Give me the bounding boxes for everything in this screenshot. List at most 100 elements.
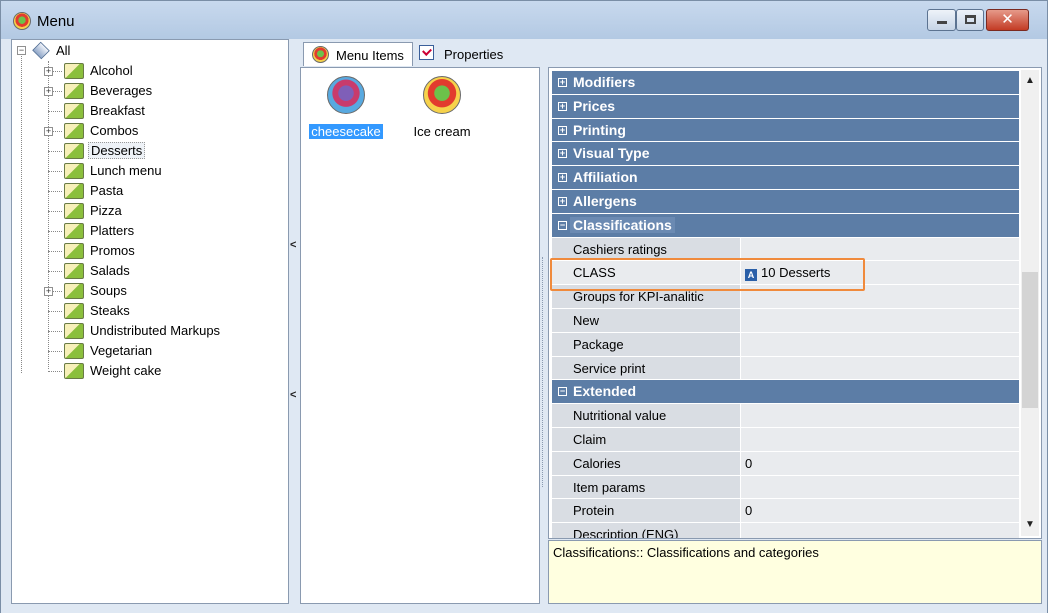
- expand-icon[interactable]: +: [558, 101, 567, 111]
- folder-icon: [64, 263, 84, 279]
- property-name: Cashiers ratings: [552, 237, 740, 261]
- property-category-label: Allergens: [573, 192, 637, 209]
- property-value[interactable]: [741, 427, 1019, 451]
- property-value[interactable]: [741, 308, 1019, 332]
- scroll-up-icon[interactable]: ▲: [1021, 72, 1039, 90]
- property-row[interactable]: Protein 0: [552, 499, 1019, 524]
- property-scrollbar[interactable]: ▲ ▼: [1021, 70, 1039, 536]
- property-row[interactable]: Nutritional value: [552, 404, 1019, 428]
- collapse-left-icon-2[interactable]: <: [290, 389, 296, 401]
- tree-guide-line: [48, 251, 62, 252]
- expand-icon[interactable]: +: [558, 173, 567, 183]
- property-category[interactable]: + Modifiers: [552, 71, 1019, 95]
- menu-item-label: cheesecake: [309, 124, 383, 139]
- expand-icon[interactable]: +: [44, 287, 53, 296]
- scroll-down-icon[interactable]: ▼: [1021, 516, 1039, 534]
- tree-item-label: Combos: [90, 123, 139, 138]
- tree-item-label: Steaks: [90, 303, 130, 318]
- category-tree[interactable]: − All + Alcohol + Beverages Breakfast + Combos…: [11, 39, 289, 604]
- property-value[interactable]: [741, 404, 1019, 427]
- property-category[interactable]: + Allergens: [552, 189, 1019, 214]
- folder-icon: [64, 103, 84, 119]
- property-name: Calories: [552, 451, 740, 475]
- property-row[interactable]: Groups for KPI-analitic: [552, 285, 1019, 309]
- property-name: CLASS: [552, 261, 740, 285]
- splitter-grip[interactable]: [542, 257, 543, 487]
- tree-item-label: Undistributed Markups: [90, 323, 221, 338]
- expand-icon[interactable]: +: [44, 67, 53, 76]
- items-splitter[interactable]: [540, 67, 548, 604]
- folder-icon: [64, 63, 84, 79]
- property-row[interactable]: Cashiers ratings: [552, 237, 1019, 262]
- property-row[interactable]: Calories 0: [552, 451, 1019, 476]
- collapse-all-icon[interactable]: −: [17, 46, 26, 55]
- property-value[interactable]: [741, 523, 1019, 538]
- property-category[interactable]: + Visual Type: [552, 142, 1019, 167]
- tree-guide-line: [48, 371, 62, 372]
- tree-guide-line: [48, 151, 62, 152]
- property-category[interactable]: + Affiliation: [552, 166, 1019, 190]
- minimize-button[interactable]: [927, 9, 956, 31]
- property-value[interactable]: [741, 285, 1019, 308]
- property-value[interactable]: 0: [741, 451, 1019, 475]
- menu-item-cheesecake[interactable]: cheesecake: [301, 76, 391, 139]
- tab-menu-items[interactable]: Menu Items: [303, 42, 413, 66]
- property-category[interactable]: − Extended: [552, 380, 1019, 405]
- collapse-icon[interactable]: −: [558, 387, 567, 397]
- left-splitter[interactable]: < <: [289, 39, 299, 604]
- tree-item-label: Soups: [90, 283, 127, 298]
- expand-icon[interactable]: +: [558, 78, 567, 87]
- collapse-left-icon[interactable]: <: [290, 239, 296, 251]
- menu-items-panel[interactable]: cheesecake Ice cream: [300, 67, 540, 604]
- tree-item-label: Platters: [90, 223, 135, 238]
- property-value[interactable]: [741, 332, 1019, 356]
- property-grid-rows: + Modifiers + Prices + Printing + Visual Type + A…: [552, 71, 1019, 538]
- folder-icon: [64, 223, 84, 239]
- folder-icon: [64, 363, 84, 379]
- property-value[interactable]: [741, 237, 1019, 261]
- scroll-thumb[interactable]: [1022, 272, 1038, 408]
- tree-guide-line: [48, 61, 49, 369]
- menu-item-ice-cream[interactable]: Ice cream: [397, 76, 487, 139]
- folder-icon: [64, 143, 84, 159]
- tree-item-label: Pizza: [90, 203, 122, 218]
- property-category[interactable]: + Printing: [552, 118, 1019, 143]
- property-value-text: 0: [745, 503, 753, 519]
- expand-icon[interactable]: +: [44, 87, 53, 96]
- folder-icon: [64, 303, 84, 319]
- tree-guide-line: [48, 171, 62, 172]
- property-row[interactable]: New: [552, 308, 1019, 333]
- expand-icon[interactable]: +: [44, 127, 53, 136]
- property-category[interactable]: + Prices: [552, 94, 1019, 119]
- property-row[interactable]: Description (ENG): [552, 523, 1019, 538]
- menu-items-icon: [312, 46, 329, 63]
- property-value[interactable]: 0: [741, 499, 1019, 523]
- property-value[interactable]: [741, 356, 1019, 380]
- tree-item-label: Vegetarian: [90, 343, 153, 358]
- property-row[interactable]: Service print: [552, 356, 1019, 381]
- property-value[interactable]: [741, 475, 1019, 499]
- folder-icon: [64, 203, 84, 219]
- tree-item-label: Weight cake: [90, 363, 162, 378]
- status-strip: [1, 604, 1047, 613]
- collapse-icon[interactable]: −: [558, 220, 567, 230]
- expand-icon[interactable]: +: [558, 149, 567, 159]
- property-grid[interactable]: + Modifiers + Prices + Printing + Visual Type + A…: [548, 67, 1042, 539]
- property-category-label: Extended: [573, 383, 637, 400]
- property-category-label: Visual Type: [573, 145, 650, 162]
- maximize-button[interactable]: [956, 9, 984, 31]
- property-value[interactable]: A 10 Desserts: [741, 261, 1019, 285]
- menu-item-label: Ice cream: [413, 124, 471, 139]
- tree-root-label[interactable]: All: [56, 43, 70, 58]
- property-row[interactable]: CLASS A 10 Desserts: [552, 261, 1019, 286]
- close-button[interactable]: ✕: [986, 9, 1029, 31]
- property-category-label: Printing: [573, 121, 626, 138]
- expand-icon[interactable]: +: [558, 196, 567, 206]
- property-name: Claim: [552, 427, 740, 451]
- property-row[interactable]: Package: [552, 332, 1019, 357]
- property-row[interactable]: Claim: [552, 427, 1019, 452]
- expand-icon[interactable]: +: [558, 125, 567, 135]
- property-category[interactable]: − Classifications: [552, 213, 1019, 238]
- property-row[interactable]: Item params: [552, 475, 1019, 500]
- tab-properties[interactable]: Properties: [417, 42, 517, 66]
